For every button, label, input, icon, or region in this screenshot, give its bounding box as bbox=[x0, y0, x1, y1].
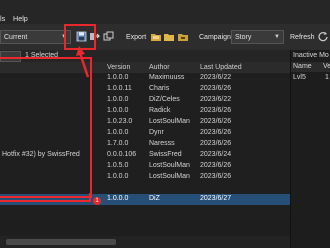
export-folder-icon[interactable] bbox=[151, 32, 162, 43]
cell-author: LostSoulMan bbox=[149, 162, 190, 169]
menu-item-help[interactable]: Help bbox=[13, 14, 28, 23]
cell-version: 1 bbox=[325, 74, 329, 81]
cell-author: Dynr bbox=[149, 129, 164, 136]
cell-date: 2023/6/27 bbox=[200, 195, 232, 202]
inactive-table-row[interactable]: Lvl5 1 bbox=[291, 73, 330, 83]
cell-date: 2023/6/26 bbox=[200, 162, 232, 169]
cell-version: 1.0.0.0 bbox=[107, 195, 129, 202]
column-header-name[interactable]: Name bbox=[293, 63, 312, 70]
cell-author: Charis bbox=[149, 85, 170, 92]
cell-version: 1.0.0.0 bbox=[107, 173, 129, 180]
column-header-author[interactable]: Author bbox=[149, 64, 170, 71]
cell-date: 2023/6/26 bbox=[200, 140, 232, 147]
campaign-select[interactable]: Story ▼ bbox=[231, 30, 284, 44]
cell-author: LostSoulMan bbox=[149, 118, 190, 125]
export-label[interactable]: Export bbox=[126, 34, 146, 41]
column-header-version[interactable]: Version bbox=[107, 64, 130, 71]
toolbar: Current ▼ Export Campaign Story ▼ Refres… bbox=[0, 24, 330, 51]
cell-version: 0.0.0.106 bbox=[107, 151, 137, 158]
annotation-connector bbox=[0, 200, 91, 202]
profile-select-value: Current bbox=[4, 34, 28, 41]
cell-version: 1.0.23.0 bbox=[107, 118, 133, 125]
cell-author: SwissFred bbox=[149, 151, 182, 158]
menu-item-tools[interactable]: ls bbox=[0, 14, 5, 23]
menu-bar: ls Help bbox=[0, 0, 330, 24]
campaign-label: Campaign bbox=[199, 34, 231, 41]
refresh-icon[interactable] bbox=[318, 31, 329, 42]
cell-author: DiZ bbox=[149, 195, 160, 202]
column-header-version[interactable]: Ve bbox=[323, 63, 330, 70]
inactive-mods-title: Inactive Mo bbox=[293, 52, 329, 59]
cell-author: Radick bbox=[149, 107, 171, 114]
cell-date: 2023/6/22 bbox=[200, 74, 232, 81]
campaign-select-value: Story bbox=[235, 34, 252, 41]
chevron-down-icon: ▼ bbox=[274, 34, 280, 40]
cell-name: Lvl5 bbox=[293, 74, 306, 81]
cell-author: Maximuuss bbox=[149, 74, 185, 81]
cell-date: 2023/6/26 bbox=[200, 85, 232, 92]
cell-date: 2023/6/22 bbox=[200, 96, 232, 103]
cell-version: 1.0.0.11 bbox=[107, 85, 132, 92]
cell-version: 1.7.0.0 bbox=[107, 140, 129, 147]
cell-date: 2023/6/24 bbox=[200, 151, 232, 158]
cell-version: 1.0.0.0 bbox=[107, 107, 129, 114]
cell-version: 1.0.0.0 bbox=[107, 129, 129, 136]
open-folder-icon[interactable] bbox=[164, 32, 175, 43]
cell-date: 2023/6/26 bbox=[200, 129, 232, 136]
archive-folder-icon[interactable] bbox=[178, 32, 189, 43]
cell-date: 2023/6/26 bbox=[200, 118, 232, 125]
cell-author: Naresss bbox=[149, 140, 175, 147]
scrollbar-thumb[interactable] bbox=[6, 239, 116, 245]
profile-select[interactable]: Current ▼ bbox=[0, 30, 71, 44]
column-header-last-updated[interactable]: Last Updated bbox=[200, 64, 242, 71]
annotation-connector bbox=[89, 193, 91, 200]
cell-version: 1.0.0.0 bbox=[107, 74, 129, 81]
annotation-number-badge: 1 bbox=[93, 197, 101, 205]
cell-date: 2023/6/26 bbox=[200, 173, 232, 180]
annotation-arrow-icon bbox=[76, 46, 90, 78]
cell-version: 1.0.0.0 bbox=[107, 96, 129, 103]
cell-author: DiZ/Celes bbox=[149, 96, 180, 103]
inactive-mods-panel: Inactive Mo Name Ve Lvl5 1 bbox=[290, 50, 330, 248]
copy-profile-icon[interactable] bbox=[103, 31, 114, 42]
horizontal-scrollbar[interactable] bbox=[0, 236, 290, 248]
cell-date: 2023/6/26 bbox=[200, 107, 232, 114]
inactive-table-header: Name Ve bbox=[291, 62, 330, 72]
cell-author: LostSoulMan bbox=[149, 173, 190, 180]
refresh-button[interactable]: Refresh bbox=[290, 34, 315, 41]
cell-version: 1.0.5.0 bbox=[107, 162, 129, 169]
